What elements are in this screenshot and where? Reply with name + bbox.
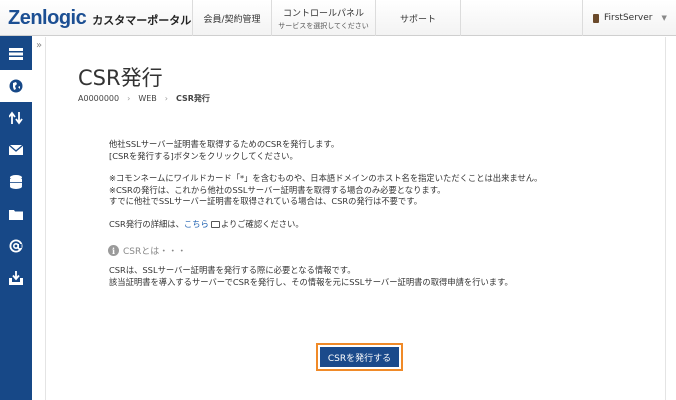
sidebar-item-server[interactable] (0, 38, 32, 70)
details-suffix: よりご確認ください。 (220, 219, 304, 229)
note-line: ※コモンネームにワイルドカード「*」を含むものや、日本語ドメインのホスト名を指定… (109, 173, 543, 183)
chevron-down-icon: ▼ (661, 14, 667, 22)
breadcrumb-separator: › (127, 94, 131, 103)
download-box-icon (9, 271, 23, 285)
zenlogic-logo[interactable]: Zenlogic (8, 6, 87, 30)
intro-line: [CSRを発行する]ボタンをクリックしてください。 (109, 150, 298, 161)
server-icon (9, 48, 23, 60)
details-prefix: CSR発行の詳細は、 (109, 219, 184, 229)
sidebar-item-email-address[interactable] (0, 230, 32, 262)
nav-membership-contract-label: 会員/契約管理 (203, 14, 261, 25)
nav-control-panel-sub: サービスを選択してください (278, 21, 369, 30)
user-name: FirstServer (604, 13, 653, 23)
note-line: すでに他社でSSLサーバー証明書を取得されている場合は、CSRの発行は不要です。 (109, 196, 422, 206)
nav-control-panel[interactable]: コントロールパネル サービスを選択してください (271, 0, 375, 36)
folder-icon (9, 209, 23, 220)
sidebar (0, 36, 32, 400)
database-icon (10, 175, 22, 189)
portal-name: カスタマーポータル (92, 14, 192, 27)
building-icon (593, 13, 599, 23)
explanation-line: CSRは、SSLサーバー証明書を発行する際に必要となる情報です。 (109, 265, 356, 275)
sidebar-collapse-toggle[interactable]: » (36, 40, 42, 51)
sidebar-item-mail[interactable] (0, 134, 32, 166)
intro-line: 他社SSLサーバー証明書を取得するためのCSRを発行します。 (109, 139, 340, 149)
nav-support-label: サポート (399, 14, 436, 25)
details-text: CSR発行の詳細は、こちら よりご確認ください。 (109, 219, 304, 231)
sidebar-item-web[interactable] (0, 70, 32, 102)
breadcrumb: A0000000 › WEB › CSR発行 (78, 93, 210, 104)
at-sign-icon (9, 239, 23, 253)
breadcrumb-account[interactable]: A0000000 (78, 94, 119, 103)
issue-csr-button[interactable]: CSRを発行する (316, 343, 403, 371)
external-link-icon (210, 221, 220, 228)
intro-text: 他社SSLサーバー証明書を取得するためのCSRを発行します。 [CSRを発行する… (109, 139, 339, 162)
globe-icon (9, 79, 23, 93)
sidebar-item-transfer[interactable] (0, 102, 32, 134)
brand[interactable]: Zenlogic カスタマーポータル (8, 6, 191, 30)
note-line: ※CSRの発行は、これから他社のSSLサーバー証明書を取得する場合のみ必要となり… (109, 184, 446, 195)
transfer-arrows-icon (9, 111, 23, 125)
mail-icon (9, 145, 23, 155)
nav-control-panel-label: コントロールパネル (282, 8, 364, 19)
sidebar-item-download[interactable] (0, 262, 32, 294)
csr-info-toggle[interactable]: i CSRとは・・・ (108, 244, 186, 257)
issue-csr-button-label: CSRを発行する (320, 347, 399, 367)
csr-info-heading: CSRとは・・・ (123, 247, 187, 257)
info-icon: i (108, 245, 119, 256)
csr-explanation: CSRは、SSLサーバー証明書を発行する際に必要となる情報です。 該当証明書を導… (109, 265, 513, 288)
top-header: Zenlogic カスタマーポータル 会員/契約管理 コントロールパネル サービ… (0, 0, 676, 36)
user-menu[interactable]: FirstServer ▼ (582, 0, 676, 36)
page-title: CSR発行 (78, 66, 163, 90)
details-link[interactable]: こちら (184, 219, 209, 229)
explanation-line: 該当証明書を導入するサーバーでCSRを発行し、その情報を元にSSLサーバー証明書… (109, 276, 513, 287)
nav-membership-contract[interactable]: 会員/契約管理 (192, 0, 271, 36)
top-nav: 会員/契約管理 コントロールパネル サービスを選択してください サポート (192, 0, 461, 36)
breadcrumb-current: CSR発行 (175, 94, 210, 103)
breadcrumb-separator: › (164, 94, 168, 103)
breadcrumb-web[interactable]: WEB (138, 94, 156, 103)
notes-text: ※コモンネームにワイルドカード「*」を含むものや、日本語ドメインのホスト名を指定… (109, 173, 542, 208)
nav-support[interactable]: サポート (375, 0, 461, 36)
sidebar-item-database[interactable] (0, 166, 32, 198)
sidebar-item-files[interactable] (0, 198, 32, 230)
